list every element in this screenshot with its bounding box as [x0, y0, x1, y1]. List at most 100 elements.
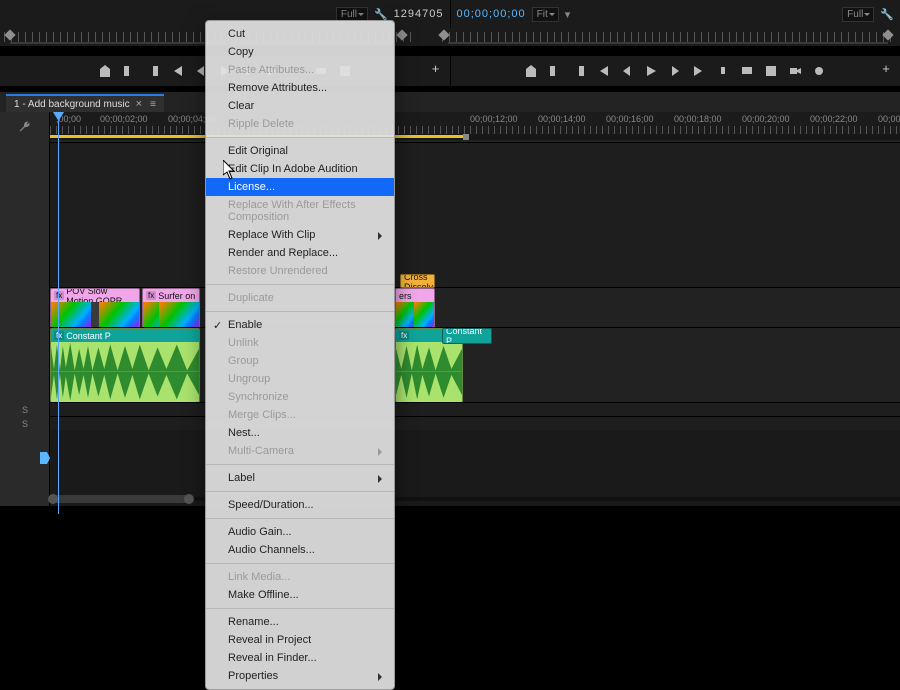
clip-label: Constant P [66, 331, 111, 341]
inpt-button[interactable] [548, 64, 562, 78]
check-icon: ✓ [213, 319, 222, 332]
program-timecode[interactable]: 00;00;00;00 [457, 8, 526, 20]
track-header-column [0, 112, 50, 506]
outpt-button[interactable] [572, 64, 586, 78]
menu-item-reveal-in-finder[interactable]: Reveal in Finder... [206, 649, 394, 667]
track-a1[interactable]: fxConstant P fx Constant P [50, 327, 900, 402]
extract-button[interactable] [740, 64, 754, 78]
menu-item-label: Replace With After Effects Composition [228, 199, 356, 223]
play-button[interactable] [644, 64, 658, 78]
wrench-icon[interactable]: 🔧 [374, 8, 388, 21]
menu-item-nest[interactable]: Nest... [206, 424, 394, 442]
stepB-button[interactable] [620, 64, 634, 78]
menu-item-license[interactable]: License... [206, 178, 394, 196]
sequence-tab-label: 1 - Add background music [14, 99, 130, 110]
track-v1[interactable]: fxPOV Slow Motion GOPR fxPOV Surfer on B… [50, 287, 900, 327]
work-area-bar[interactable] [50, 134, 900, 140]
video-clip[interactable]: fxPOV Slow Motion GOPR [50, 288, 140, 328]
marker-button[interactable] [98, 64, 112, 78]
menu-item-ripple-delete: Ripple Delete [206, 115, 394, 133]
fx-badge: fx [399, 331, 409, 340]
menu-separator [206, 563, 394, 564]
button-editor-plus[interactable]: + [878, 62, 894, 78]
clip-label: ers [399, 291, 412, 301]
menu-item-replace-with-clip[interactable]: Replace With Clip [206, 226, 394, 244]
audio-clip[interactable]: fxConstant P [50, 328, 200, 403]
menu-item-render-and-replace[interactable]: Render and Replace... [206, 244, 394, 262]
track-v2[interactable] [50, 142, 900, 287]
program-ruler[interactable] [438, 28, 900, 46]
marker-button[interactable] [524, 64, 538, 78]
menu-item-cut[interactable]: Cut [206, 25, 394, 43]
solo-label[interactable]: S [22, 405, 28, 415]
time-label: 00;00;12;00 [470, 114, 518, 124]
menu-item-remove-attributes[interactable]: Remove Attributes... [206, 79, 394, 97]
playhead[interactable] [58, 112, 59, 514]
transition-clip[interactable]: Cross Dissolv [400, 274, 435, 288]
next-button[interactable] [692, 64, 706, 78]
video-clip[interactable]: fxPOV Surfer on B [142, 288, 200, 328]
lift-button[interactable] [716, 64, 730, 78]
outpt-button[interactable] [146, 64, 160, 78]
video-clip[interactable]: ers [395, 288, 435, 328]
menu-item-replace-with-after-effects-composition: Replace With After Effects Composition [206, 196, 394, 226]
menu-item-paste-attributes: Paste Attributes... [206, 61, 394, 79]
menu-item-rename[interactable]: Rename... [206, 613, 394, 631]
in-point-icon[interactable] [40, 452, 50, 464]
inpt-button[interactable] [122, 64, 136, 78]
menu-item-label: Enable [228, 319, 262, 331]
menu-item-reveal-in-project[interactable]: Reveal in Project [206, 631, 394, 649]
sequence-tab[interactable]: 1 - Add background music × ≡ [6, 94, 164, 112]
program-fit-select[interactable]: Fit [532, 7, 559, 22]
exp-button[interactable] [764, 64, 778, 78]
wrench-icon[interactable]: 🔧 [880, 8, 894, 21]
menu-item-label: Ungroup [228, 373, 270, 385]
stepF-button[interactable] [668, 64, 682, 78]
timeline-hscroll[interactable] [50, 494, 900, 504]
program-res-select[interactable]: Full [842, 7, 874, 22]
menu-separator [206, 464, 394, 465]
time-ruler[interactable]: ;00;0000;00;02;0000;00;04;0000;00;12;000… [50, 112, 900, 134]
prev-button[interactable] [170, 64, 184, 78]
menu-item-make-offline[interactable]: Make Offline... [206, 586, 394, 604]
prev-button[interactable] [596, 64, 610, 78]
monitor-controls-row: Full 🔧 1294705 00;00;00;00 Fit ▾ Full 🔧 [0, 0, 900, 28]
menu-item-label: Render and Replace... [228, 247, 338, 259]
menu-item-synchronize: Synchronize [206, 388, 394, 406]
button-editor-plus[interactable]: + [428, 62, 444, 78]
menu-item-ungroup: Ungroup [206, 370, 394, 388]
menu-item-label: Remove Attributes... [228, 82, 327, 94]
menu-item-label[interactable]: Label [206, 469, 394, 487]
close-icon[interactable]: × [136, 98, 142, 110]
menu-item-properties[interactable]: Properties [206, 667, 394, 685]
settings-icon[interactable]: ▾ [565, 8, 571, 21]
track-a2[interactable]: S [50, 402, 900, 416]
menu-item-clear[interactable]: Clear [206, 97, 394, 115]
wrench-icon[interactable] [18, 120, 32, 134]
menu-item-copy[interactable]: Copy [206, 43, 394, 61]
work-area-end-handle[interactable] [463, 134, 469, 140]
menu-item-speed-duration[interactable]: Speed/Duration... [206, 496, 394, 514]
menu-item-audio-gain[interactable]: Audio Gain... [206, 523, 394, 541]
sequence-tab-bar: 1 - Add background music × ≡ [0, 92, 900, 112]
menu-item-label: Duplicate [228, 292, 274, 304]
track-a3[interactable]: S [50, 416, 900, 430]
solo-label[interactable]: S [22, 419, 28, 429]
time-label: 00;00;02;00 [100, 114, 148, 124]
menu-item-label: Rename... [228, 616, 279, 628]
menu-item-label: Ripple Delete [228, 118, 294, 130]
menu-item-label: Group [228, 355, 259, 367]
menu-item-label: Clear [228, 100, 254, 112]
menu-item-edit-original[interactable]: Edit Original [206, 142, 394, 160]
menu-item-label: Link Media... [228, 571, 290, 583]
clip-context-menu[interactable]: Cut CopyPaste Attributes... Remove Attribu… [205, 20, 395, 690]
audio-transition[interactable]: Constant P [442, 328, 492, 344]
menu-item-audio-channels[interactable]: Audio Channels... [206, 541, 394, 559]
menu-item-label: Cut [228, 28, 245, 40]
menu-item-merge-clips: Merge Clips... [206, 406, 394, 424]
rec-button[interactable] [812, 64, 826, 78]
tab-menu-icon[interactable]: ≡ [150, 99, 156, 110]
menu-separator [206, 284, 394, 285]
cam-button[interactable] [788, 64, 802, 78]
menu-item-enable[interactable]: ✓ Enable [206, 316, 394, 334]
